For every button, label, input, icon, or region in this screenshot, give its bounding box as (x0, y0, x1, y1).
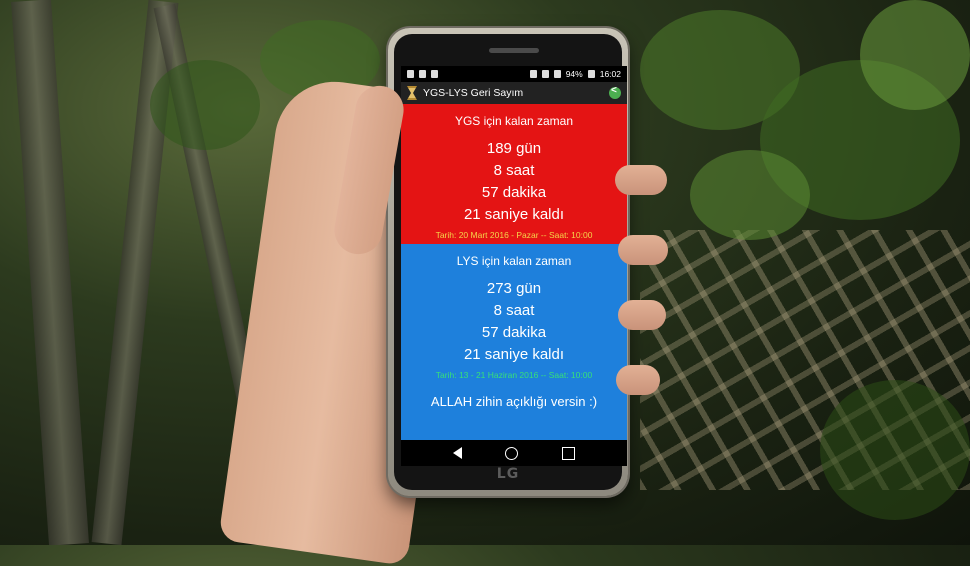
navigation-bar (401, 440, 627, 466)
finger (616, 365, 660, 395)
motto-text: ALLAH zihin açıklığı versin :) (430, 394, 598, 409)
back-icon[interactable] (452, 447, 462, 459)
app-title: YGS-LYS Geri Sayım (423, 87, 524, 99)
phone-screen: 94% 16:02 YGS-LYS Geri Sayım YGS için ka… (401, 66, 627, 466)
recent-apps-icon[interactable] (562, 446, 576, 460)
alarm-icon (529, 70, 537, 78)
ygs-date: Tarih: 20 Mart 2016 - Pazar -- Saat: 10:… (435, 230, 593, 240)
status-bar: 94% 16:02 (401, 66, 627, 82)
clock: 16:02 (599, 69, 621, 79)
lys-hours: 8 saat (493, 302, 535, 319)
ygs-section: YGS için kalan zaman 189 gün 8 saat 57 d… (401, 104, 627, 244)
wifi-icon (541, 70, 549, 78)
lys-date: Tarih: 13 - 21 Haziran 2016 -- Saat: 10:… (435, 370, 593, 380)
battery-icon (587, 70, 595, 78)
phone: 94% 16:02 YGS-LYS Geri Sayım YGS için ka… (388, 28, 628, 496)
battery-percent: 94% (565, 69, 583, 79)
signal-icon (553, 70, 561, 78)
lys-days: 273 gün (486, 280, 542, 297)
ygs-heading: YGS için kalan zaman (454, 114, 574, 128)
finger (618, 300, 666, 330)
ygs-hours: 8 saat (493, 162, 535, 179)
lys-seconds: 21 saniye kaldı (463, 346, 565, 363)
ygs-seconds: 21 saniye kaldı (463, 206, 565, 223)
lys-section: LYS için kalan zaman 273 gün 8 saat 57 d… (401, 244, 627, 444)
share-icon[interactable] (609, 85, 621, 99)
phone-brand-logo: LG (496, 466, 520, 482)
ygs-days: 189 gün (486, 140, 542, 157)
speaker-grille (489, 48, 539, 53)
lys-heading: LYS için kalan zaman (456, 254, 572, 268)
usb-icon (419, 70, 426, 78)
ygs-minutes: 57 dakika (481, 184, 547, 201)
notification-icon (407, 70, 414, 78)
android-icon (431, 70, 438, 78)
hourglass-icon (407, 86, 417, 100)
app-bar: YGS-LYS Geri Sayım (401, 82, 627, 104)
home-icon[interactable] (505, 446, 519, 460)
lys-minutes: 57 dakika (481, 324, 547, 341)
finger (615, 165, 667, 195)
finger (618, 235, 668, 265)
